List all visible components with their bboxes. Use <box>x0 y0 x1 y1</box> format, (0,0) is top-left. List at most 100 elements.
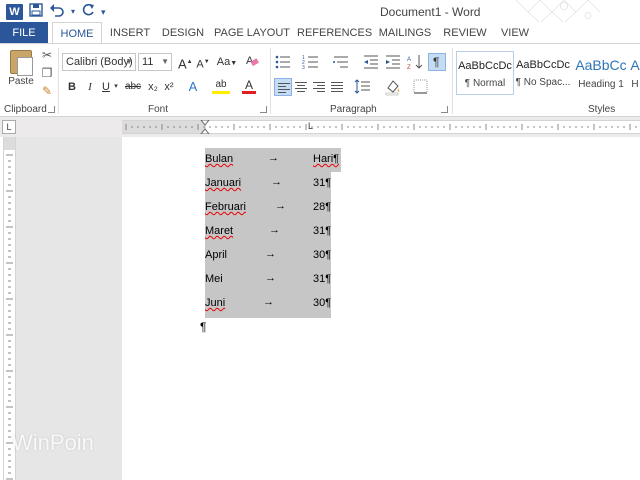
multilevel-list-icon <box>333 56 348 68</box>
month-cell: Maret <box>205 225 234 237</box>
save-icon[interactable] <box>29 3 43 21</box>
horizontal-ruler[interactable]: L <box>122 120 640 134</box>
align-right-icon <box>313 82 325 94</box>
tab-view[interactable]: VIEW <box>497 22 533 44</box>
line-spacing-button[interactable] <box>354 78 372 96</box>
justify-icon <box>331 82 343 94</box>
vertical-ruler[interactable] <box>3 137 16 480</box>
tab-file[interactable]: FILE <box>0 22 48 44</box>
justify-button[interactable] <box>328 78 346 96</box>
sort-button[interactable]: AZ <box>406 53 424 71</box>
tab-review[interactable]: REVIEW <box>443 22 487 44</box>
window-title: Document1 - Word <box>380 5 481 19</box>
shading-button[interactable] <box>384 78 402 96</box>
style-heading-2[interactable]: A H <box>630 51 640 95</box>
sort-icon: AZ <box>407 55 423 71</box>
align-center-button[interactable] <box>292 78 310 96</box>
days-cell: 31¶ <box>313 273 332 285</box>
font-size-box[interactable]: 11 ▼ <box>138 53 172 71</box>
undo-dropdown-icon[interactable]: ▾ <box>71 4 75 20</box>
align-left-icon <box>278 83 290 95</box>
redo-icon[interactable] <box>81 3 95 21</box>
shrink-font-label: A <box>196 58 204 71</box>
quick-access-toolbar: W ▾ ▾ <box>6 3 106 21</box>
month-cell: Bulan <box>205 153 234 165</box>
style-normal[interactable]: AaBbCcDc ¶ Normal <box>456 51 514 95</box>
bold-button[interactable]: B <box>66 78 78 96</box>
bullets-button[interactable] <box>274 53 292 71</box>
style-normal-name: ¶ Normal <box>464 78 506 89</box>
style-heading-2-sample: A <box>630 57 640 73</box>
align-left-button[interactable] <box>274 78 292 96</box>
show-formatting-marks-button[interactable]: ¶ <box>428 53 446 71</box>
ruler-row: L L <box>0 117 640 137</box>
workspace-background <box>16 137 122 480</box>
numbering-button[interactable]: 123 <box>302 53 320 71</box>
style-heading-1-name: Heading 1 <box>578 79 624 90</box>
tab-references[interactable]: REFERENCES <box>297 22 372 44</box>
style-no-spacing[interactable]: AaBbCcDc ¶ No Spac... <box>514 51 572 95</box>
change-case-button[interactable]: Aa▼ <box>216 53 238 71</box>
increase-indent-icon <box>386 55 400 69</box>
underline-button[interactable]: U <box>100 78 112 96</box>
title-bar: W ▾ ▾ Document1 - Word <box>0 0 640 24</box>
undo-icon[interactable] <box>49 3 65 21</box>
decrease-indent-button[interactable] <box>362 53 380 71</box>
decrease-indent-icon <box>364 55 378 69</box>
month-cell: Januari <box>205 177 242 189</box>
font-size-value: 11 <box>142 56 154 68</box>
customize-qat-icon[interactable]: ▾ <box>101 4 106 20</box>
tab-page-layout[interactable]: PAGE LAYOUT <box>214 22 290 44</box>
clear-formatting-button[interactable]: A <box>244 53 260 71</box>
font-launcher-icon[interactable] <box>260 106 267 113</box>
style-heading-1[interactable]: AaBbCc Heading 1 <box>572 51 630 95</box>
style-heading-2-name: H <box>631 79 639 90</box>
font-name-box[interactable]: Calibri (Body) ▼ <box>62 53 136 71</box>
text-effects-button[interactable]: A <box>186 78 200 96</box>
document-page[interactable] <box>122 137 640 480</box>
pilcrow-icon: ¶ <box>433 55 440 69</box>
paste-label: Paste <box>8 76 34 87</box>
indent-marker-icon[interactable] <box>200 120 210 134</box>
tab-mailings[interactable]: MAILINGS <box>376 22 434 44</box>
subscript-button[interactable]: x₂ <box>146 78 160 96</box>
increase-indent-button[interactable] <box>384 53 402 71</box>
copy-icon[interactable]: ❐ <box>40 66 54 80</box>
font-color-button[interactable]: A <box>242 78 256 94</box>
clipboard-group-label: Clipboard <box>4 104 47 115</box>
word-app-icon[interactable]: W <box>6 4 23 20</box>
multilevel-list-button[interactable] <box>332 53 350 71</box>
svg-text:3: 3 <box>302 65 305 71</box>
svg-text:Z: Z <box>407 65 411 71</box>
strikethrough-button[interactable]: abc <box>124 78 142 96</box>
shrink-font-button[interactable]: A▼ <box>196 53 210 71</box>
month-cell: April <box>205 249 228 261</box>
tab-arrow-icon: → <box>271 176 282 188</box>
align-right-button[interactable] <box>310 78 328 96</box>
days-cell: 30¶ <box>313 297 332 309</box>
tab-selector[interactable]: L <box>2 120 16 134</box>
paste-button[interactable]: Paste <box>6 48 36 98</box>
paragraph-launcher-icon[interactable] <box>441 106 448 113</box>
tab-insert[interactable]: INSERT <box>106 22 154 44</box>
group-divider <box>270 48 271 114</box>
highlight-button[interactable]: ab <box>212 78 230 94</box>
format-painter-icon[interactable]: ✎ <box>40 84 54 98</box>
borders-button[interactable] <box>412 78 430 96</box>
clipboard-launcher-icon[interactable] <box>48 106 55 113</box>
bullets-icon <box>275 55 290 69</box>
tab-arrow-icon: → <box>269 224 280 236</box>
cut-icon[interactable]: ✂ <box>40 48 54 62</box>
tab-home[interactable]: HOME <box>52 22 102 44</box>
group-divider <box>452 48 453 114</box>
font-name-value: Calibri (Body) <box>66 56 133 68</box>
underline-dropdown-icon[interactable]: ▾ <box>112 78 120 96</box>
style-no-spacing-name: ¶ No Spac... <box>515 77 571 88</box>
italic-button[interactable]: I <box>84 78 96 96</box>
tab-stop-marker[interactable]: L <box>308 121 313 131</box>
superscript-button[interactable]: x² <box>162 78 176 96</box>
title-decoration <box>515 0 601 24</box>
grow-font-button[interactable]: A▲ <box>178 53 193 71</box>
tab-design[interactable]: DESIGN <box>160 22 206 44</box>
tab-arrow-icon: → <box>265 272 276 284</box>
